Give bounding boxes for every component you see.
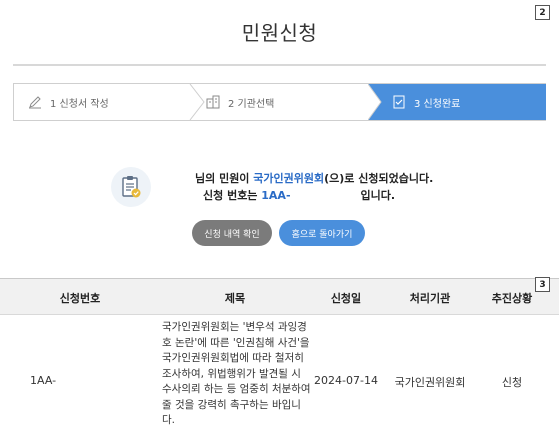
step-label: 2 기관선택	[228, 98, 275, 110]
marker-2: 2	[535, 5, 550, 20]
marker-3: 3	[535, 277, 550, 292]
table-header: 신청번호 제목 신청일 처리기관 추진상황	[0, 278, 559, 315]
application-number-message: 신청 번호는 1AA- 입니다.	[203, 187, 395, 203]
document-check-icon	[393, 95, 405, 109]
row-agency: 국가인권위원회	[394, 376, 466, 389]
pencil-icon	[29, 96, 41, 109]
message-suffix: (으)로 신청되었습니다.	[324, 172, 434, 185]
header-agency: 처리기관	[409, 291, 451, 305]
completion-message: 님의 민원이 국가인권위원회(으)로 신청되었습니다.	[195, 170, 433, 186]
step-progress: 1 신청서 작성 2 기관선택 3 신청완료	[13, 83, 546, 121]
go-home-button[interactable]: 홈으로 돌아가기	[279, 220, 365, 246]
row-date: 2024-07-14	[314, 374, 378, 387]
step-complete: 3 신청완료	[368, 84, 546, 120]
number-label: 신청 번호는	[203, 189, 262, 202]
step-select-agency: 2 기관선택	[206, 84, 366, 120]
header-title: 제목	[224, 291, 246, 305]
building-icon	[206, 95, 220, 109]
number-suffix: 입니다.	[360, 189, 396, 202]
step-write-application: 1 신청서 작성	[28, 84, 188, 120]
step-label: 3 신청완료	[414, 98, 461, 110]
divider	[13, 64, 546, 66]
row-title: 국가인권위원회는 '변우석 과잉경호 논란'에 따른 '인권침해 사건'을 국가…	[162, 321, 311, 426]
view-history-button[interactable]: 신청 내역 확인	[192, 220, 272, 246]
row-status: 신청	[501, 376, 523, 389]
step-label: 1 신청서 작성	[50, 98, 109, 110]
page-title: 민원신청	[241, 21, 318, 45]
row-application-number: 1AA-	[30, 374, 57, 387]
agency-name: 국가인권위원회	[253, 172, 325, 185]
header-date: 신청일	[330, 291, 362, 305]
clipboard-check-icon	[111, 167, 151, 207]
header-application-number: 신청번호	[59, 291, 101, 305]
message-prefix: 님의 민원이	[195, 172, 254, 185]
active-step-notch	[368, 84, 382, 120]
chevron-right-icon	[189, 84, 205, 120]
application-number: 1AA-	[261, 189, 291, 202]
